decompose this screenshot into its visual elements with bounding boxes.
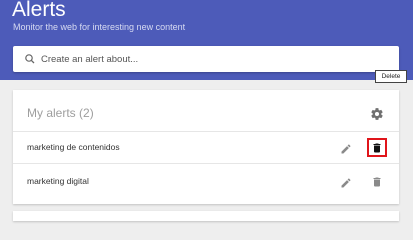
trash-icon — [373, 177, 381, 186]
card-title: My alerts (2) — [27, 106, 94, 120]
page-title: Alerts — [12, 0, 66, 21]
next-card — [13, 211, 399, 221]
alert-count: (2) — [79, 106, 94, 120]
alert-label[interactable]: marketing de contenidos — [27, 142, 120, 152]
alert-row[interactable]: marketing de contenidos — [13, 132, 399, 164]
gear-icon[interactable] — [370, 107, 384, 121]
search-icon — [23, 52, 37, 66]
delete-tooltip: Delete — [375, 70, 407, 83]
pencil-icon[interactable] — [340, 142, 352, 154]
pencil-icon[interactable] — [340, 176, 352, 188]
search-input[interactable] — [41, 49, 371, 69]
card-header: My alerts (2) — [13, 90, 399, 132]
trash-icon — [373, 143, 381, 152]
header: Alerts Monitor the web for interesting n… — [0, 0, 413, 80]
search-box[interactable] — [13, 46, 399, 72]
alert-label[interactable]: marketing digital — [27, 176, 89, 186]
delete-button[interactable] — [367, 138, 387, 157]
page-subtitle: Monitor the web for interesting new cont… — [13, 22, 186, 32]
delete-button[interactable] — [367, 172, 387, 191]
alert-row[interactable]: marketing digital — [13, 164, 399, 196]
alerts-app: Alerts Monitor the web for interesting n… — [0, 0, 413, 221]
card-title-text: My alerts — [27, 106, 76, 120]
my-alerts-card: My alerts (2) marketing de contenidos ma… — [13, 90, 399, 204]
